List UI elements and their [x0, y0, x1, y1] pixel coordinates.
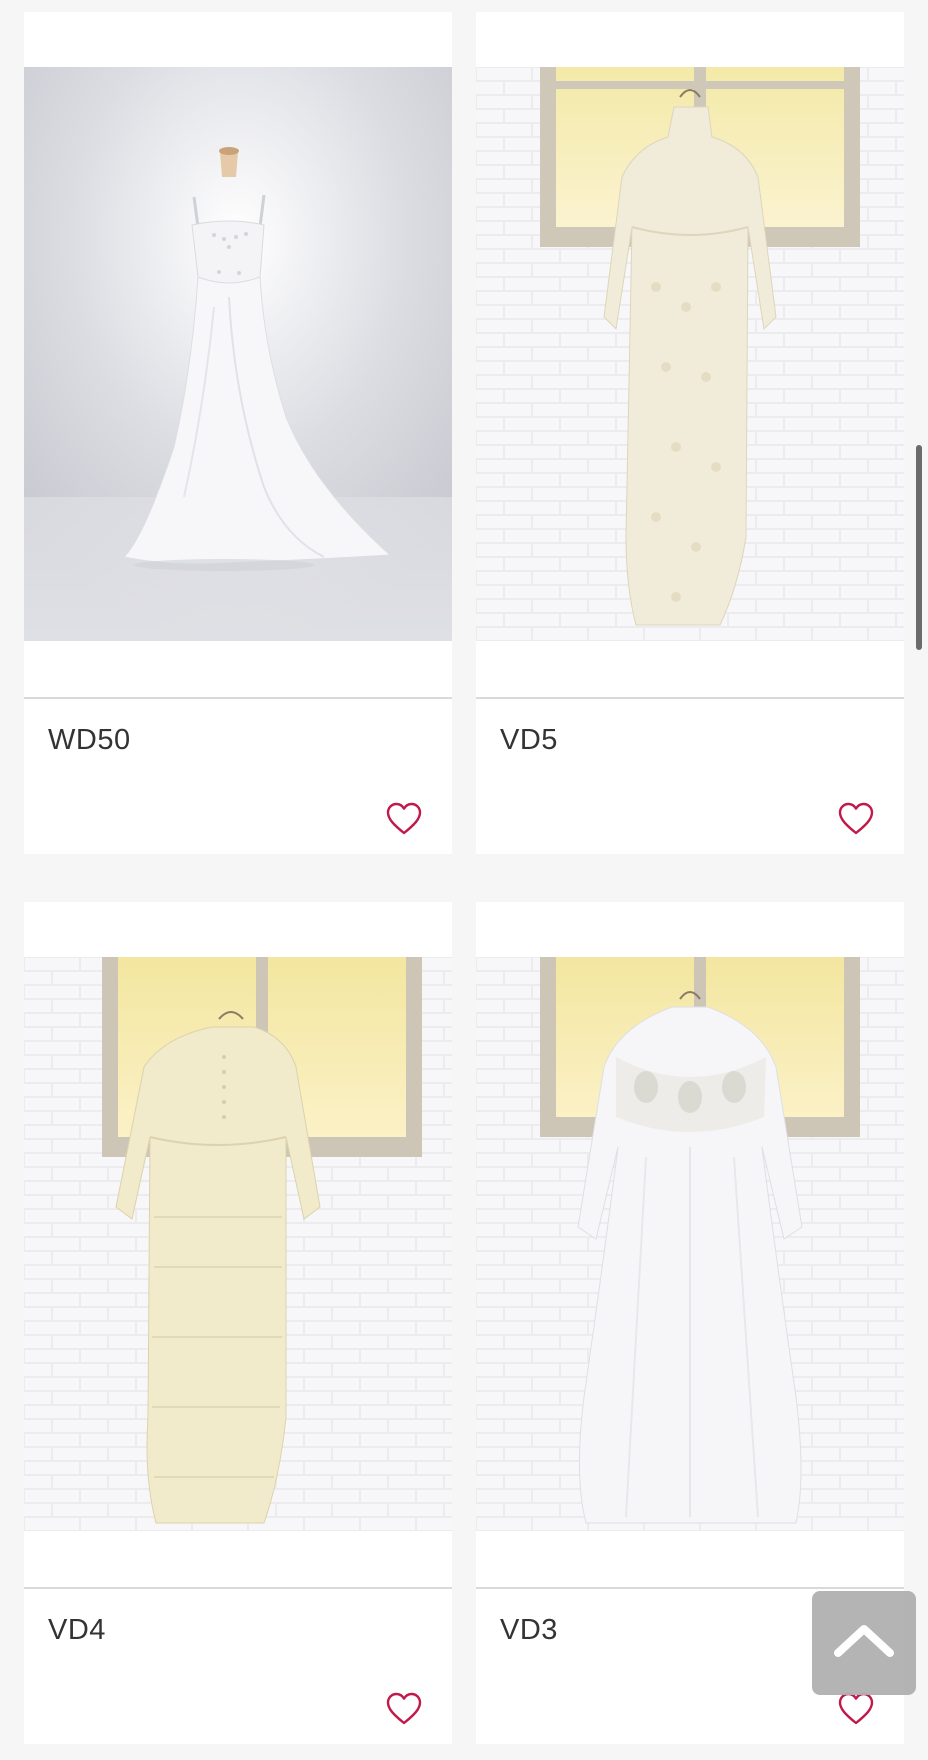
card-divider	[476, 1587, 904, 1589]
chevron-up-icon	[834, 1625, 894, 1657]
product-card[interactable]: VD4	[24, 902, 452, 1744]
product-grid: WD50 VD5 VD4 VD3	[0, 0, 928, 1760]
favorite-button[interactable]	[838, 802, 874, 836]
dress-photo-studio	[24, 67, 452, 641]
card-divider	[24, 697, 452, 699]
product-photo[interactable]	[24, 957, 452, 1531]
dress-photo-brick-wall	[476, 957, 904, 1531]
dress-photo-brick-wall	[476, 67, 904, 641]
scroll-to-top-button[interactable]	[812, 1591, 916, 1695]
product-card[interactable]: VD5	[476, 12, 904, 854]
product-card[interactable]: WD50	[24, 12, 452, 854]
favorite-button[interactable]	[386, 802, 422, 836]
vertical-scrollbar[interactable]	[916, 445, 922, 650]
heart-outline-icon	[838, 1692, 874, 1725]
product-photo[interactable]	[476, 957, 904, 1531]
product-photo[interactable]	[24, 67, 452, 641]
product-code[interactable]: VD4	[48, 1614, 106, 1647]
product-code[interactable]: WD50	[48, 724, 131, 757]
card-divider	[476, 697, 904, 699]
heart-outline-icon	[386, 802, 422, 835]
product-code[interactable]: VD5	[500, 724, 558, 757]
dress-photo-brick-wall	[24, 957, 452, 1531]
favorite-button[interactable]	[838, 1692, 874, 1726]
product-photo[interactable]	[476, 67, 904, 641]
product-code[interactable]: VD3	[500, 1614, 558, 1647]
heart-outline-icon	[838, 802, 874, 835]
favorite-button[interactable]	[386, 1692, 422, 1726]
card-divider	[24, 1587, 452, 1589]
heart-outline-icon	[386, 1692, 422, 1725]
